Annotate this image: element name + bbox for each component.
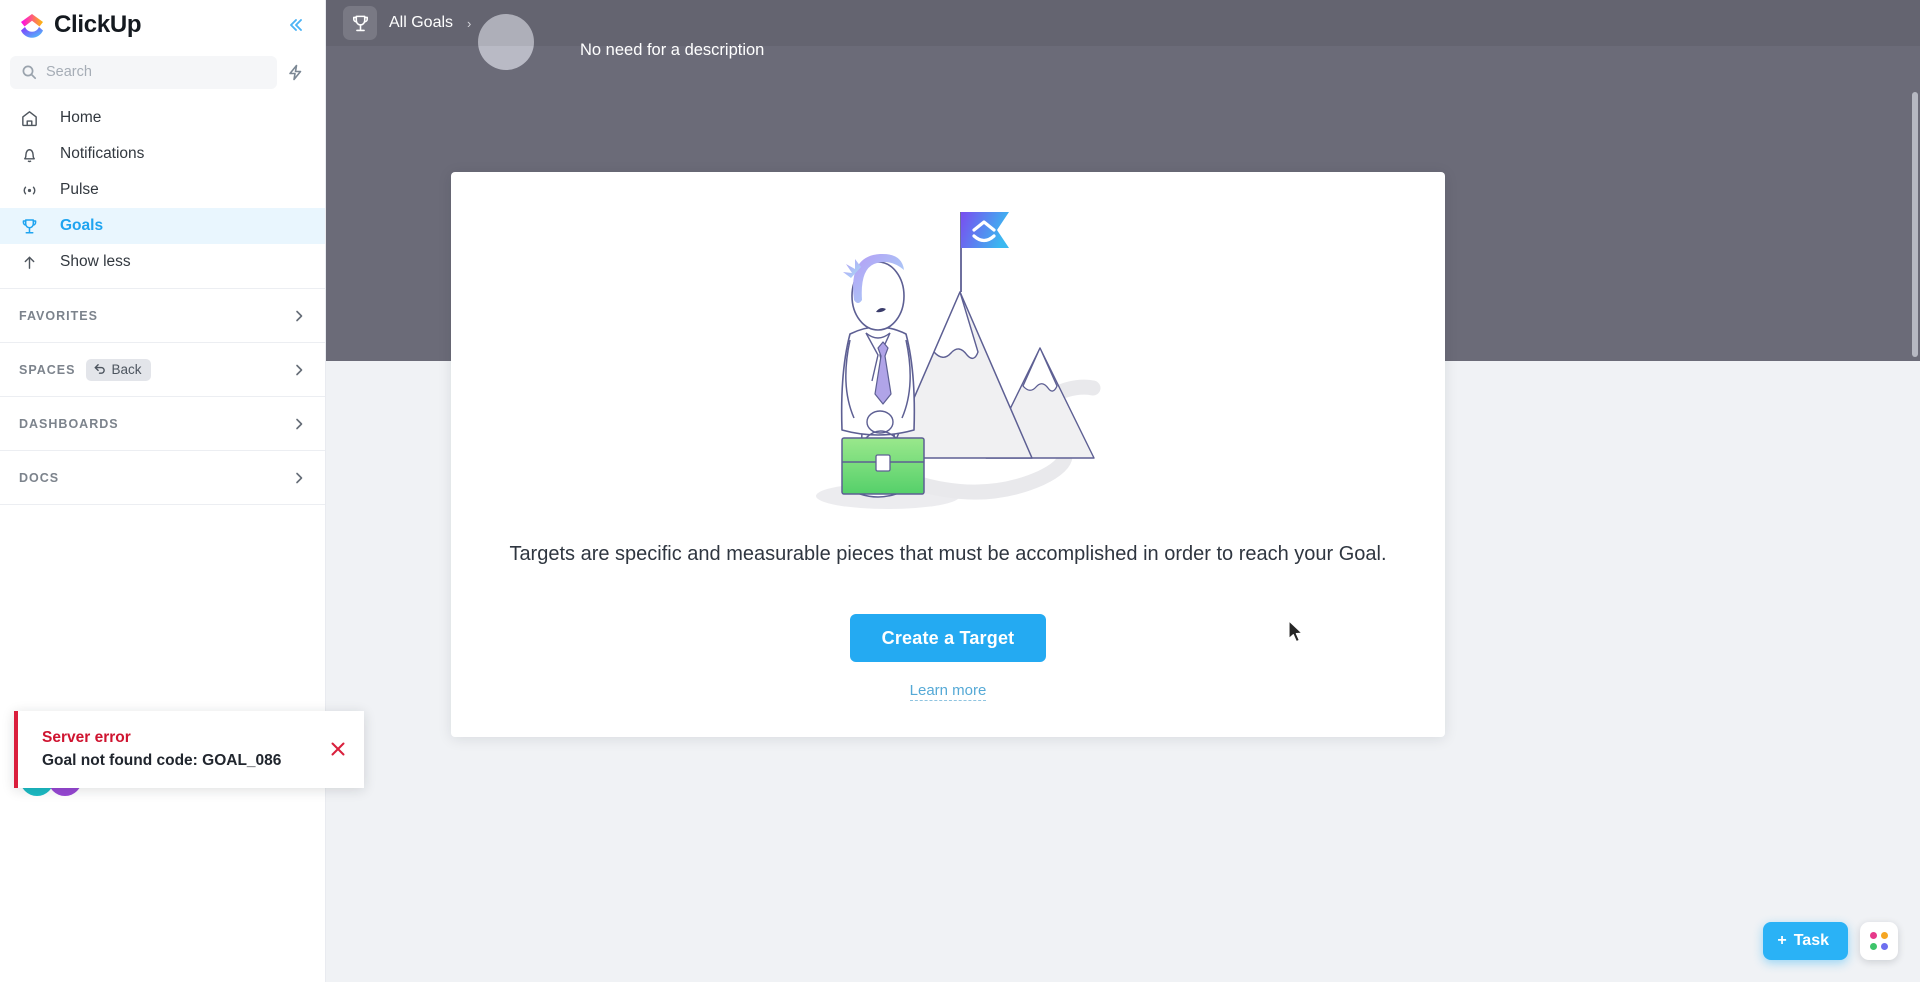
pulse-icon [19,181,39,200]
sidebar-search-row [0,49,325,95]
learn-more-link[interactable]: Learn more [909,682,987,701]
error-toast: Server error Goal not found code: GOAL_0… [14,711,364,788]
sidebar-item-goals[interactable]: Goals [0,208,325,244]
group-title: SPACES [19,362,76,377]
sidebar: ClickUp Search Home Notifications Pulse … [0,0,326,982]
topbar: All Goals › [326,0,1920,46]
sidebar-item-notifications[interactable]: Notifications [0,136,325,172]
sidebar-group-docs[interactable]: DOCS [0,451,325,505]
group-left: SPACES Back [19,358,151,381]
sidebar-item-home[interactable]: Home [0,100,325,136]
sidebar-item-label: Show less [60,253,131,270]
back-button[interactable]: Back [86,358,151,381]
clickup-logo-icon [19,12,45,38]
trophy-icon [19,217,39,236]
search-icon [21,64,37,80]
lightning-bolt-icon[interactable] [277,56,313,89]
app-root: ClickUp Search Home Notifications Pulse … [0,0,1920,982]
close-x-icon[interactable] [322,733,354,767]
chevron-right-icon[interactable] [291,308,307,324]
group-left: DOCS [19,471,59,485]
toast-message: Goal not found code: GOAL_086 [42,752,282,769]
group-left: DASHBOARDS [19,417,119,431]
search-input[interactable] [46,64,266,80]
modal-description: Targets are specific and measurable piec… [509,543,1387,565]
new-task-button[interactable]: + Task [1763,922,1848,960]
sidebar-group-dashboards[interactable]: DASHBOARDS [0,397,325,451]
sidebar-item-label: Pulse [60,181,99,198]
breadcrumb-all-goals[interactable]: All Goals [389,14,453,32]
toast-title: Server error [42,729,131,746]
vertical-scrollbar[interactable] [1912,92,1918,357]
sidebar-item-pulse[interactable]: Pulse [0,172,325,208]
app-grid-icon[interactable] [1860,922,1898,960]
bottom-right-controls: + Task [1763,922,1898,960]
group-left: FAVORITES [19,309,98,323]
sidebar-item-label: Notifications [60,145,145,162]
chevron-right-icon[interactable] [291,416,307,432]
bell-icon [19,145,39,164]
chevrons-left-icon[interactable] [281,11,309,39]
brand[interactable]: ClickUp [19,10,142,39]
group-title: DOCS [19,470,60,485]
plus-icon: + [1777,932,1787,949]
trophy-icon[interactable] [343,6,377,40]
sidebar-nav: Home Notifications Pulse Goals Show less [0,95,325,280]
sidebar-group-favorites[interactable]: FAVORITES [0,289,325,343]
sidebar-group-spaces[interactable]: SPACES Back [0,343,325,397]
sidebar-header: ClickUp [0,0,325,49]
home-icon [19,109,39,128]
new-task-label: Task [1793,932,1829,949]
search-box[interactable] [10,55,277,89]
sidebar-item-show-less[interactable]: Show less [0,244,325,280]
empty-state-modal: Targets are specific and measurable piec… [451,172,1445,737]
create-target-button[interactable]: Create a Target [849,614,1047,662]
sidebar-item-label: Home [60,109,102,126]
breadcrumb-separator-icon: › [467,15,472,31]
group-title: DASHBOARDS [19,416,119,431]
goal-description-placeholder[interactable]: No need for a description [580,41,764,60]
back-label: Back [111,362,142,377]
undo-arrow-icon [93,362,106,378]
main-area: No need for a description All Goals › Ta… [326,0,1920,982]
sidebar-item-label: Goals [60,217,104,234]
brand-name: ClickUp [54,10,142,38]
group-title: FAVORITES [19,308,98,323]
toast-text: Server error Goal not found code: GOAL_0… [42,729,281,770]
chevron-right-icon[interactable] [291,470,307,486]
chevron-right-icon[interactable] [291,362,307,378]
targets-illustration [738,200,1158,530]
arrow-up-icon [19,253,39,272]
